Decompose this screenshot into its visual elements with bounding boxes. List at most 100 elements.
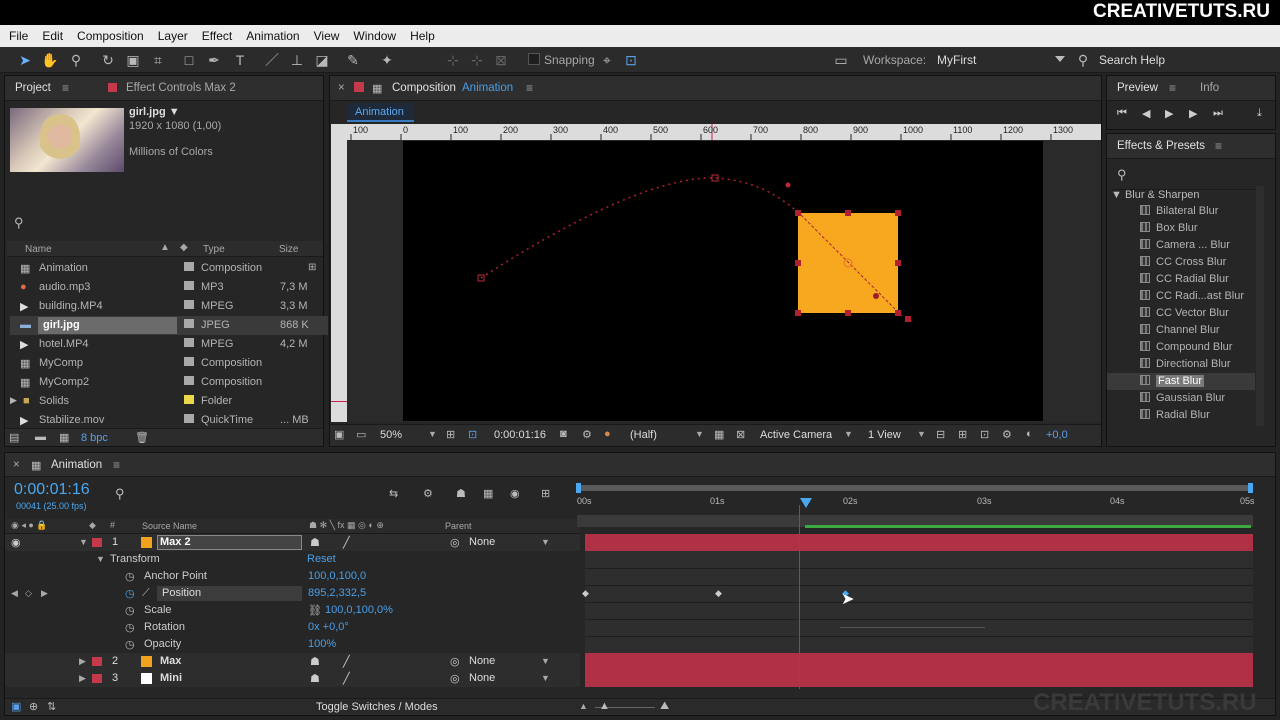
bit-depth-button[interactable]: 8 bpc xyxy=(81,432,108,444)
project-item[interactable]: ▦ MyComp2 Composition xyxy=(10,373,328,392)
close-icon[interactable]: × xyxy=(338,82,345,94)
shy-layers-icon[interactable]: ☗ xyxy=(456,487,466,500)
label-swatch[interactable] xyxy=(92,657,102,666)
property-value[interactable]: 100,0,100,0 xyxy=(308,570,366,582)
effect-item[interactable]: Gaussian Blur xyxy=(1140,392,1225,404)
menu-help[interactable]: Help xyxy=(410,29,435,43)
effect-item[interactable]: Channel Blur xyxy=(1140,324,1220,336)
expand-arrow-icon[interactable]: ▶ xyxy=(79,656,86,667)
tab-effect-controls[interactable]: Effect Controls Max 2 xyxy=(126,82,236,94)
pickwhip-icon[interactable]: ◎ xyxy=(450,655,460,668)
close-icon[interactable]: × xyxy=(13,459,20,471)
collapse-arrow-icon[interactable]: ▼ xyxy=(96,554,105,564)
current-time-display[interactable]: 0:00:01:16 xyxy=(494,429,546,441)
rectangle-tool-icon[interactable]: □ xyxy=(180,51,198,69)
rotate-tool-icon[interactable]: ↻ xyxy=(99,51,117,69)
property-row-selected[interactable]: ◀ ◇ ▶ ◷ ⟋ Position 895,2,332,5 xyxy=(5,585,580,602)
toggle-pixel-aspect-icon[interactable]: ⊟ xyxy=(936,428,945,441)
new-composition-icon[interactable]: ▦ xyxy=(59,431,69,444)
effects-menu-icon[interactable]: ≡ xyxy=(1215,139,1222,153)
fast-preview-icon[interactable]: ⊞ xyxy=(958,428,967,441)
exposure-value[interactable]: +0,0 xyxy=(1046,429,1068,441)
menu-window[interactable]: Window xyxy=(353,29,396,43)
axis-local-icon[interactable]: ⊹ xyxy=(444,51,462,69)
shy-switch-icon[interactable]: ☗ xyxy=(310,536,320,549)
parent-select[interactable]: None xyxy=(469,536,495,548)
keyframe-icon[interactable]: ◆ xyxy=(582,588,589,599)
keyframe-icon[interactable]: ◆ xyxy=(715,588,722,599)
effect-item[interactable]: CC Cross Blur xyxy=(1140,256,1226,268)
quality-switch-icon[interactable]: ╱ xyxy=(343,536,350,549)
safe-zones-icon[interactable]: ⊞ xyxy=(446,428,455,441)
comp-canvas[interactable] xyxy=(403,141,1043,421)
comp-sub-tab[interactable]: Animation xyxy=(347,103,414,122)
type-tool-icon[interactable]: T xyxy=(231,51,249,69)
axis-world-icon[interactable]: ⊹ xyxy=(468,51,486,69)
flowchart-icon[interactable]: ⚙ xyxy=(1002,428,1012,441)
menu-edit[interactable]: Edit xyxy=(42,29,63,43)
layer-name[interactable]: Max xyxy=(160,655,181,667)
collapse-arrow-icon[interactable]: ▼ xyxy=(79,537,88,547)
effects-search-icon[interactable]: ⚲ xyxy=(1117,167,1127,183)
effect-item[interactable]: Bilateral Blur xyxy=(1140,205,1218,217)
property-row[interactable]: ◷ Opacity 100% xyxy=(5,636,580,653)
zoom-slider-thumb[interactable]: ▲ xyxy=(599,700,610,712)
project-search-icon[interactable]: ⚲ xyxy=(14,215,24,231)
effect-item[interactable]: Directional Blur xyxy=(1140,358,1231,370)
number-column-icon[interactable]: # xyxy=(110,520,115,530)
column-type[interactable]: Type xyxy=(203,244,225,255)
column-parent[interactable]: Parent xyxy=(445,521,472,531)
preview-menu-icon[interactable]: ≡ xyxy=(1169,81,1176,95)
tab-composition-label[interactable]: Composition xyxy=(392,82,456,94)
project-menu-icon[interactable]: ≡ xyxy=(62,81,69,95)
project-item[interactable]: ▶ building.MP4 MPEG 3,3 M xyxy=(10,297,328,316)
effect-item[interactable]: Radial Blur xyxy=(1140,409,1210,421)
timeline-search-icon[interactable]: ⚲ xyxy=(115,486,125,502)
tab-timeline-animation[interactable]: Animation xyxy=(51,459,102,471)
dropdown-arrow-icon[interactable]: ▼ xyxy=(844,429,853,439)
layer-row[interactable]: ◉ ▼ 1 Max 2 ☗ ╱ ◎ None ▼ xyxy=(5,534,580,551)
pickwhip-icon[interactable]: ◎ xyxy=(450,536,460,549)
visibility-eye-icon[interactable]: ◉ xyxy=(11,536,21,549)
always-preview-icon[interactable]: ▣ xyxy=(334,428,344,441)
menu-layer[interactable]: Layer xyxy=(158,29,188,43)
in-out-icon[interactable]: ⇅ xyxy=(47,700,56,713)
layer-duration-bar[interactable] xyxy=(585,653,1253,670)
timeline-current-time[interactable]: 0:00:01:16 xyxy=(14,481,90,499)
property-value[interactable]: 895,2,332,5 xyxy=(308,587,366,599)
project-item[interactable]: ▶ ■ Solids Folder xyxy=(10,392,328,411)
stopwatch-icon[interactable]: ◷ xyxy=(125,638,135,651)
graph-editor-icon[interactable]: ⊞ xyxy=(541,487,550,500)
layer-duration-bar[interactable] xyxy=(585,670,1253,687)
sort-up-icon[interactable]: ▲ xyxy=(160,242,170,253)
property-row[interactable]: ◷ Rotation 0x +0,0° xyxy=(5,619,580,636)
effect-item[interactable]: CC Radial Blur xyxy=(1140,273,1229,285)
project-item[interactable]: ▦ Animation Composition ⊞ xyxy=(10,259,328,278)
column-name[interactable]: Name xyxy=(25,244,52,255)
switches-icons[interactable]: ☗ ✻ ╲ fx ▦ ◎ ◐ ⊕ xyxy=(309,520,384,531)
property-value[interactable]: 100,0,100,0% xyxy=(325,604,393,616)
transfer-controls-icon[interactable]: ⊕ xyxy=(29,700,38,713)
parent-select[interactable]: None xyxy=(469,672,495,684)
draft-3d-icon[interactable]: ⚙ xyxy=(423,487,433,500)
tab-project[interactable]: Project xyxy=(15,82,51,94)
composition-menu-icon[interactable]: ≡ xyxy=(526,81,533,95)
last-frame-icon[interactable]: ⏭ xyxy=(1213,107,1223,120)
add-keyframe-icon[interactable]: ◇ xyxy=(25,588,32,599)
property-tracks[interactable]: ◆ ◆ ◆ ➤ xyxy=(582,551,1253,653)
label-tag-icon[interactable]: ◆ xyxy=(180,242,188,253)
comp-mini-flowchart-icon[interactable]: ⇆ xyxy=(389,487,398,500)
shy-switch-icon[interactable]: ☗ xyxy=(310,672,320,685)
snapping-checkbox[interactable] xyxy=(528,53,540,65)
quality-switch-icon[interactable]: ╱ xyxy=(343,655,350,668)
dropdown-arrow-icon[interactable]: ▼ xyxy=(695,429,704,439)
current-time-indicator-head[interactable] xyxy=(800,498,812,508)
play-icon[interactable]: ▶ xyxy=(1165,107,1173,120)
stopwatch-icon[interactable]: ◷ xyxy=(125,621,135,634)
timeline-menu-icon[interactable]: ≡ xyxy=(113,458,120,472)
ram-preview-icon[interactable]: ⤓ xyxy=(1257,107,1262,120)
transparency-grid-icon[interactable]: ⊠ xyxy=(736,428,745,441)
pen-tool-icon[interactable]: ✒ xyxy=(205,51,223,69)
layer-row[interactable]: ▶ 3 Mini ☗ ╱ ◎ None ▼ xyxy=(5,670,580,687)
previous-frame-icon[interactable]: ◀ xyxy=(1142,107,1150,120)
